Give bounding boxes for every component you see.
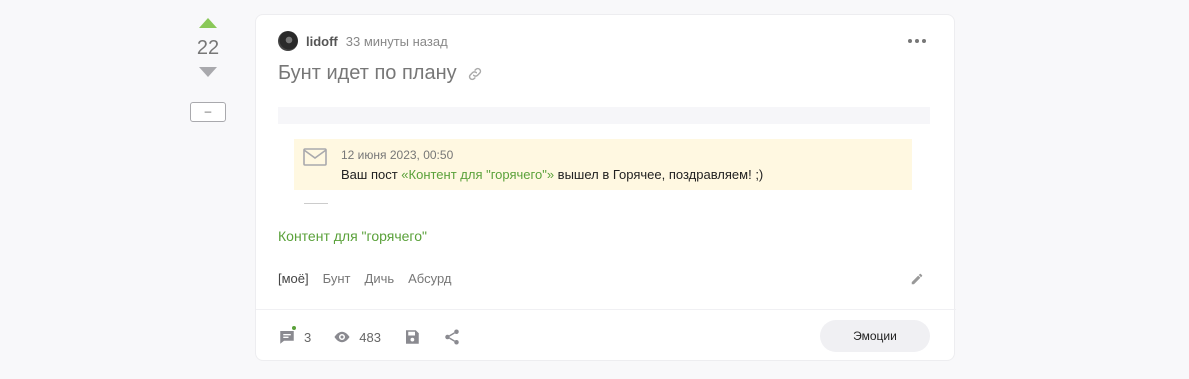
- comments-count: 3: [304, 329, 312, 345]
- notice-date: 12 июня 2023, 00:50: [341, 148, 454, 162]
- post-header: lidoff 33 минуты назад: [278, 31, 448, 51]
- views-count: 483: [359, 329, 381, 345]
- post-content-link[interactable]: Контент для "горячего": [278, 228, 427, 244]
- footer-divider: [256, 309, 956, 310]
- content-divider-strip: [278, 107, 930, 124]
- hot-notice-block: 12 июня 2023, 00:50 Ваш пост «Контент дл…: [294, 139, 912, 190]
- notice-post-link[interactable]: «Контент для "горячего"»: [401, 167, 554, 182]
- post-title[interactable]: Бунт идет по плану: [278, 62, 457, 85]
- views-counter: 483: [333, 328, 403, 346]
- share-icon: [445, 329, 459, 345]
- collapse-button[interactable]: –: [190, 102, 226, 122]
- upvote-arrow-icon[interactable]: [199, 18, 217, 28]
- notice-text-before: Ваш пост: [341, 167, 402, 182]
- post-time: 33 минуты назад: [345, 33, 448, 49]
- link-icon[interactable]: [467, 66, 483, 82]
- more-options-icon[interactable]: [908, 39, 926, 43]
- post-card: lidoff 33 минуты назад Бунт идет по план…: [255, 14, 956, 361]
- tag-list: [моё] Бунт Дичь Абсурд: [278, 271, 451, 286]
- comments-button[interactable]: 3: [278, 325, 333, 346]
- tag-item[interactable]: Дичь: [365, 271, 395, 286]
- save-icon: [405, 330, 419, 344]
- author-name[interactable]: lidoff: [306, 34, 338, 49]
- share-button[interactable]: [443, 328, 461, 346]
- post-footer: 3 483: [278, 325, 461, 347]
- avatar[interactable]: [278, 31, 298, 51]
- new-comments-dot: [291, 325, 297, 331]
- title-row: Бунт идет по плану: [278, 62, 483, 85]
- emotions-button[interactable]: Эмоции: [820, 320, 930, 352]
- tag-item[interactable]: Абсурд: [408, 271, 451, 286]
- notice-text: Ваш пост «Контент для "горячего"» вышел …: [341, 167, 763, 182]
- notice-text-after: вышел в Горячее, поздравляем! ;): [554, 167, 764, 182]
- mail-icon: [303, 148, 327, 166]
- divider: [304, 203, 328, 204]
- vote-count: 22: [196, 37, 220, 59]
- downvote-arrow-icon[interactable]: [199, 67, 217, 77]
- save-button[interactable]: [403, 328, 421, 346]
- eye-icon: [334, 331, 350, 343]
- edit-pencil-icon[interactable]: [910, 272, 924, 286]
- page: 22 – lidoff 33 минуты назад Бунт идет по…: [0, 0, 1189, 379]
- tag-item[interactable]: Бунт: [323, 271, 351, 286]
- tag-item[interactable]: [моё]: [278, 271, 309, 286]
